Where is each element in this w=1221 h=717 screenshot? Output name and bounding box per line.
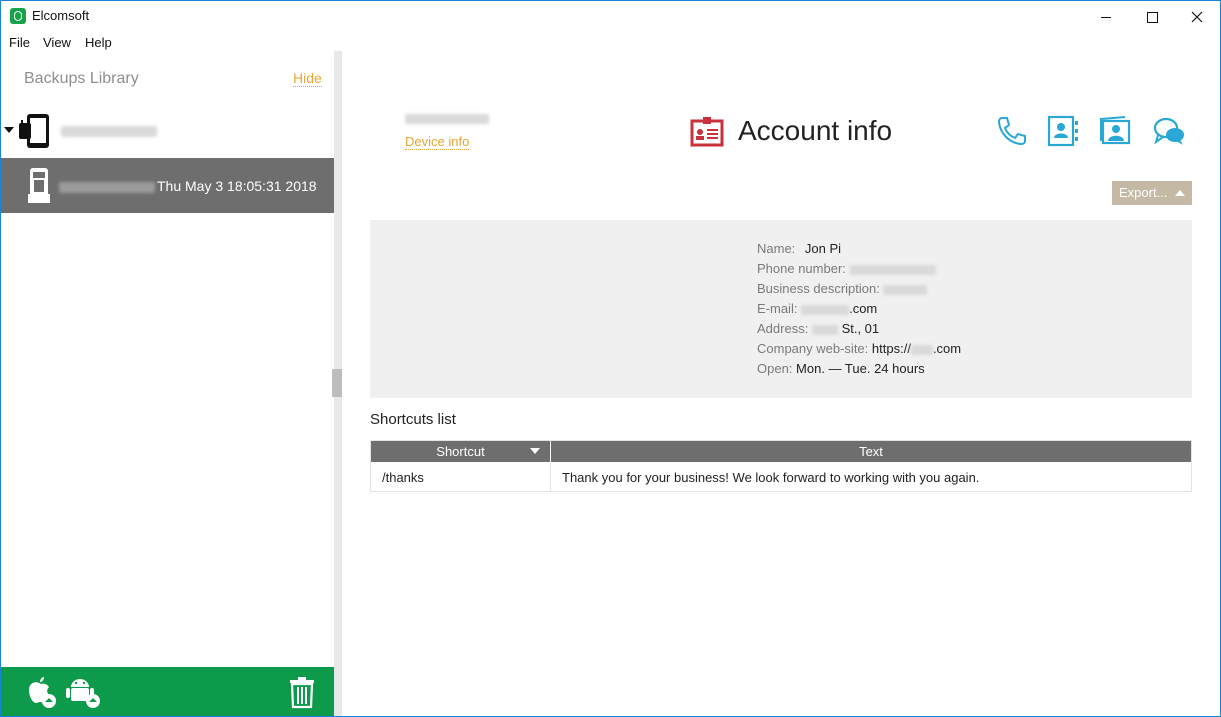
export-button[interactable]: Export... <box>1112 181 1192 205</box>
phone-icon[interactable] <box>994 115 1028 147</box>
sidebar-title: Backups Library <box>24 70 139 87</box>
window-title: Elcomsoft <box>32 8 90 23</box>
cell-divider <box>550 462 551 491</box>
email-row: E-mail: .com <box>757 301 877 316</box>
splitter-grip-icon[interactable] <box>332 369 342 397</box>
account-info-panel: Name: Jon Pi Phone number: Business desc… <box>370 220 1192 398</box>
backup-phone-icon <box>28 168 50 203</box>
maximize-button[interactable] <box>1129 1 1175 31</box>
website-prefix: https:// <box>871 341 911 356</box>
apple-icon[interactable] <box>21 675 61 709</box>
trash-icon[interactable] <box>289 675 315 709</box>
contacts-icon[interactable] <box>1046 115 1080 147</box>
minimize-button[interactable] <box>1083 1 1129 31</box>
app-window: Elcomsoft File View Help Backups Library… <box>0 0 1221 717</box>
name-row: Name: Jon Pi <box>757 241 841 256</box>
address-street-redacted <box>811 324 838 335</box>
close-icon <box>1191 11 1203 23</box>
email-suffix: .com <box>849 301 878 316</box>
phone-row: Phone number: <box>757 261 936 276</box>
maximize-icon <box>1146 11 1158 23</box>
shortcut-cell: /thanks <box>382 470 424 485</box>
device-id-redacted <box>405 114 489 124</box>
minimize-icon <box>1101 16 1111 18</box>
android-device-icon <box>19 114 49 148</box>
address-suffix: St., 01 <box>841 321 880 336</box>
menu-view[interactable]: View <box>43 35 71 50</box>
account-card-icon <box>690 117 724 147</box>
address-row: Address: St., 01 <box>757 321 879 336</box>
website-row: Company web-site: https:// .com <box>757 341 961 356</box>
page-title: Account info <box>738 115 893 146</box>
hide-sidebar-link[interactable]: Hide <box>293 70 322 87</box>
website-domain-redacted <box>910 344 933 355</box>
business-row: Business description: <box>757 281 928 296</box>
main-content: Device info Account info Export... Name:… <box>342 51 1220 716</box>
open-label: Open: <box>757 361 793 376</box>
column-header-shortcut[interactable]: Shortcut <box>371 444 550 459</box>
phone-value-redacted <box>849 264 936 275</box>
website-label: Company web-site: <box>757 341 869 356</box>
email-user-redacted <box>801 304 850 315</box>
device-id-redacted <box>61 126 157 137</box>
expand-arrow-icon[interactable] <box>4 127 14 133</box>
media-icon[interactable] <box>1099 115 1133 147</box>
table-header: Shortcut Text <box>371 441 1191 462</box>
email-label: E-mail: <box>757 301 798 316</box>
menu-help[interactable]: Help <box>85 35 112 50</box>
business-value-redacted <box>883 284 928 295</box>
shortcuts-table: Shortcut Text /thanks Thank you for your… <box>370 440 1192 492</box>
sort-down-icon[interactable] <box>530 448 540 454</box>
open-value: Mon. — Tue. 24 hours <box>796 361 925 376</box>
website-suffix: .com <box>932 341 962 356</box>
text-cell: Thank you for your business! We look for… <box>562 470 980 485</box>
menu-file[interactable]: File <box>9 35 30 50</box>
dropdown-caret-icon <box>1175 190 1185 196</box>
name-label: Name: <box>757 241 796 256</box>
sidebar-toolbar <box>1 667 334 716</box>
backup-date: Thu May 3 18:05:31 2018 <box>157 178 317 194</box>
backup-list-item[interactable]: Thu May 3 18:05:31 2018 <box>1 158 334 213</box>
device-info-link[interactable]: Device info <box>405 134 470 150</box>
export-label: Export... <box>1119 185 1168 200</box>
name-value: Jon Pi <box>804 241 842 256</box>
phone-label: Phone number: <box>757 261 846 276</box>
chat-icon[interactable] <box>1152 115 1186 147</box>
open-row: Open: Mon. — Tue. 24 hours <box>757 361 925 376</box>
android-icon[interactable] <box>65 675 105 709</box>
address-label: Address: <box>757 321 809 336</box>
backups-sidebar: Backups Library Hide Thu May 3 18:05:31 … <box>1 51 334 716</box>
title-bar: Elcomsoft <box>1 1 1220 31</box>
app-logo-icon <box>10 8 26 24</box>
backup-id-redacted <box>59 182 155 193</box>
close-button[interactable] <box>1174 1 1220 31</box>
menu-bar: File View Help <box>1 32 1220 52</box>
shortcuts-title: Shortcuts list <box>370 411 456 428</box>
column-header-text[interactable]: Text <box>551 444 1191 459</box>
business-label: Business description: <box>757 281 880 296</box>
